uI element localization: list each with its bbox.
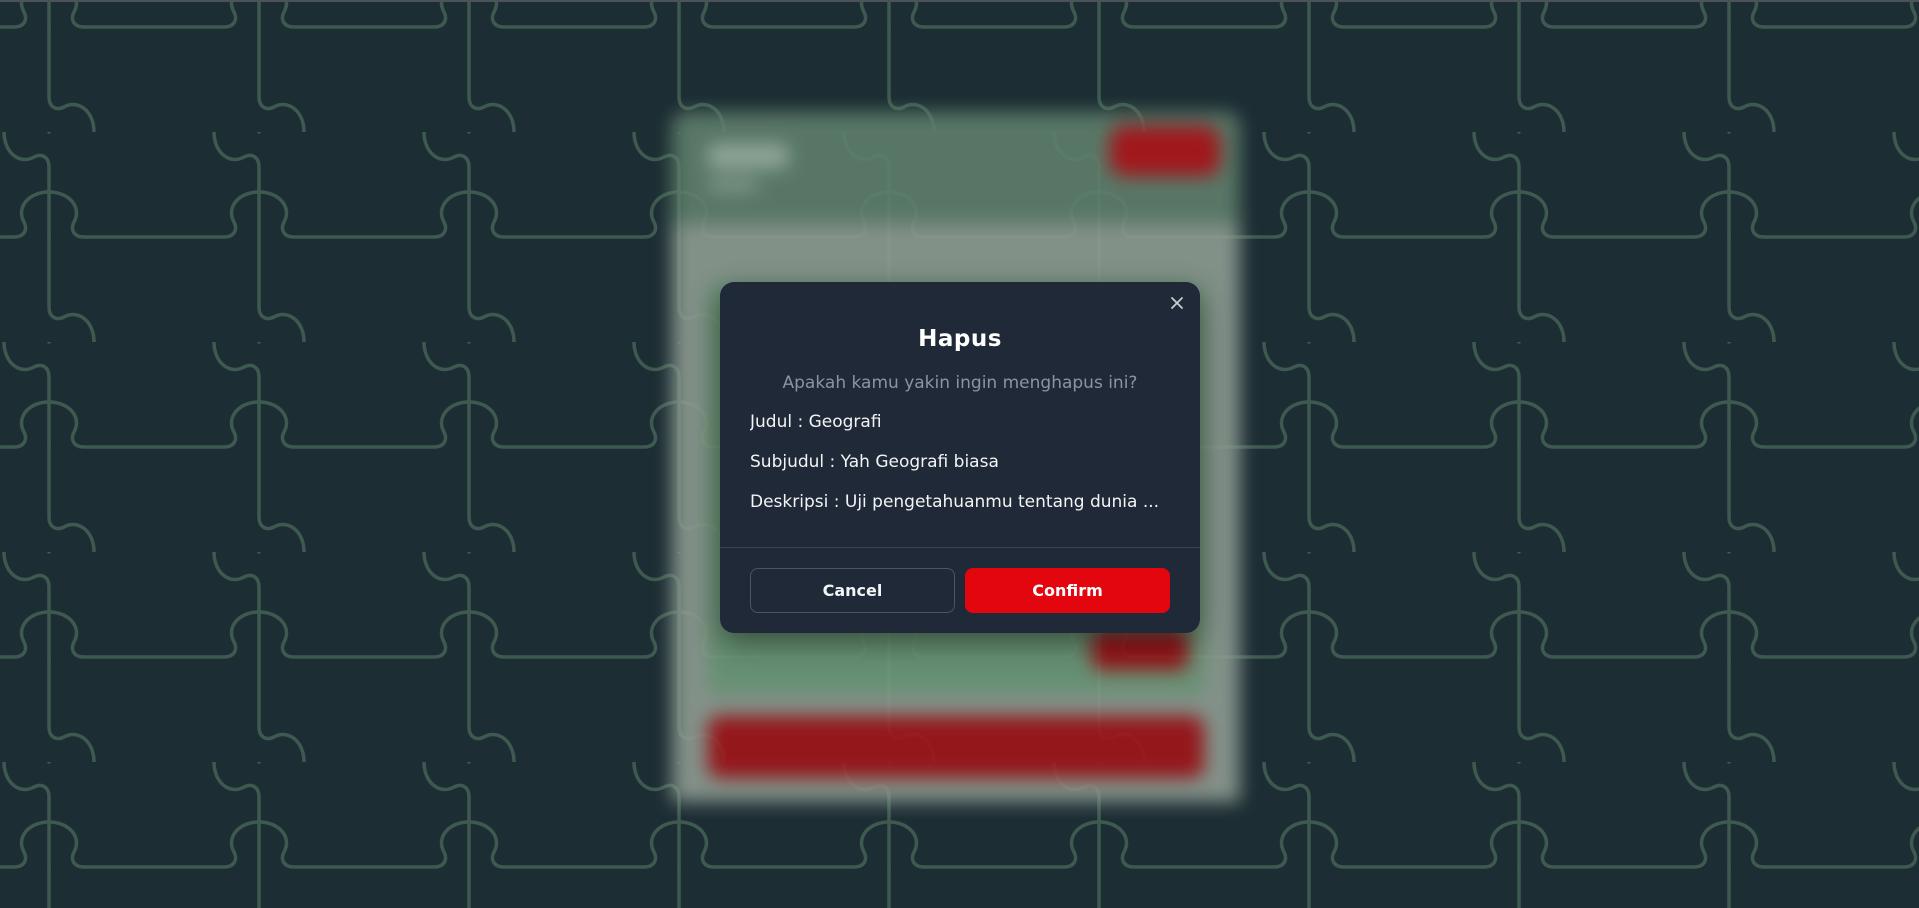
confirmation-question: Apakah kamu yakin ingin menghapus ini? — [782, 373, 1138, 393]
confirm-button[interactable]: Confirm — [965, 568, 1170, 613]
modal-overlay: Hapus Apakah kamu yakin ingin menghapus … — [0, 0, 1919, 908]
detail-deskripsi: Deskripsi : Uji pengetahuanmu tentang du… — [750, 492, 1160, 512]
detail-judul: Judul : Geografi — [750, 412, 882, 432]
detail-subjudul: Subjudul : Yah Geografi biasa — [750, 452, 999, 472]
delete-confirmation-modal: Hapus Apakah kamu yakin ingin menghapus … — [720, 282, 1200, 633]
close-icon[interactable] — [1164, 290, 1190, 316]
modal-divider — [720, 547, 1200, 548]
cancel-button[interactable]: Cancel — [750, 568, 955, 613]
modal-title: Hapus — [918, 326, 1002, 352]
